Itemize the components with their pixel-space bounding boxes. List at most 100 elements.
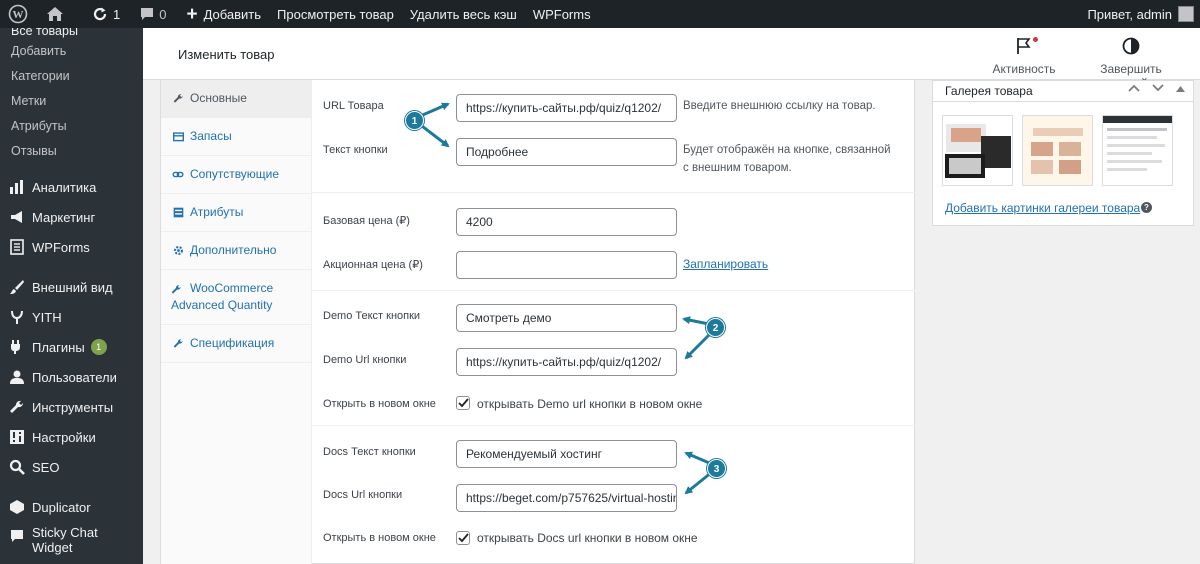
submenu-item-reviews[interactable]: Отзывы — [0, 139, 143, 164]
submenu-item-all-products[interactable]: Все товары — [0, 28, 143, 39]
product-data-panel: Основные Запасы Сопутствующие Атрибуты Д… — [160, 80, 915, 564]
tab-label: Спецификация — [190, 336, 275, 350]
demo-new-window-checkbox[interactable] — [456, 396, 470, 410]
demo-button-group: Demo Текст кнопки Смотреть демо Demo Url… — [312, 291, 915, 426]
demo-text-input[interactable]: Смотреть демо — [456, 304, 677, 332]
users-icon — [8, 368, 26, 386]
sale-price-input[interactable] — [456, 251, 677, 279]
tab-label: Атрибуты — [190, 205, 244, 219]
sidebar-item-label: Аналитика — [32, 179, 97, 195]
add-new-link[interactable]: + Добавить — [174, 0, 269, 28]
products-submenu: Все товары Добавить Категории Метки Атри… — [0, 28, 143, 164]
user-greeting[interactable]: Привет, admin — [1087, 7, 1172, 22]
checkmark-icon — [457, 533, 469, 543]
comments-link[interactable]: 0 — [128, 0, 174, 28]
sidebar-item-label: YITH — [32, 309, 62, 325]
gallery-image[interactable] — [942, 115, 1013, 186]
add-gallery-images-link[interactable]: Добавить картинки галереи товара — [945, 201, 1140, 215]
wordpress-logo-icon[interactable]: W — [0, 0, 36, 28]
wrench-icon — [171, 283, 185, 294]
sidebar-item-yith[interactable]: YITH — [0, 302, 143, 332]
button-text-label: Текст кнопки — [323, 144, 388, 156]
sidebar-item-label: Внешний вид — [32, 279, 113, 295]
docs-url-input[interactable]: https://beget.com/p757625/virtual-hostin… — [456, 484, 677, 512]
demo-text-label: Demo Текст кнопки — [323, 310, 421, 322]
updates-link[interactable]: 1 — [74, 0, 128, 28]
settings-icon — [8, 428, 26, 446]
comment-icon — [140, 7, 154, 21]
external-product-group: URL Товара https://купить-сайты.рф/quiz/… — [312, 80, 915, 193]
sidebar-item-duplicator[interactable]: Duplicator — [0, 492, 143, 522]
tab-inventory[interactable]: Запасы — [161, 118, 311, 156]
tab-label: Дополнительно — [190, 243, 277, 257]
sidebar-item-tools[interactable]: Инструменты — [0, 392, 143, 422]
docs-new-window-checkbox-label: открывать Docs url кнопки в новом окне — [477, 531, 698, 545]
tab-linked-products[interactable]: Сопутствующие — [161, 156, 311, 194]
plugins-update-badge: 1 — [90, 339, 107, 355]
sidebar-item-appearance[interactable]: Внешний вид — [0, 272, 143, 302]
tab-woocommerce-advanced-quantity[interactable]: WooCommerce Advanced Quantity — [161, 270, 311, 325]
demo-url-input[interactable]: https://купить-сайты.рф/quiz/q1202/ — [456, 348, 677, 376]
sidebar-item-plugins[interactable]: Плагины 1 — [0, 332, 143, 362]
wrench-icon — [8, 398, 26, 416]
product-gallery-box: Галерея товара Добавить картинки галереи… — [932, 80, 1194, 226]
submenu-item-tags[interactable]: Метки — [0, 89, 143, 114]
move-down-icon[interactable] — [1152, 83, 1164, 95]
annotation-number-2: 2 — [706, 318, 725, 337]
tab-label: Сопутствующие — [190, 167, 280, 181]
tab-label: Основные — [190, 91, 247, 105]
gallery-title: Галерея товара — [945, 84, 1033, 98]
sidebar-item-analytics[interactable]: Аналитика — [0, 172, 143, 202]
annotation-number-1: 1 — [405, 111, 424, 130]
notification-dot — [1033, 37, 1038, 42]
admin-bar: W 1 0 + Добавить Просмотреть товар Удали… — [0, 0, 1200, 28]
avatar[interactable] — [1178, 6, 1194, 22]
regular-price-input[interactable]: 4200 — [456, 208, 677, 236]
help-icon[interactable]: ? — [1141, 202, 1152, 213]
gallery-image[interactable] — [1102, 115, 1173, 186]
demo-new-window-checkbox-label: открывать Demo url кнопки в новом окне — [477, 397, 703, 411]
activity-label: Активность — [992, 62, 1056, 76]
sidebar-item-wpforms[interactable]: WPForms — [0, 232, 143, 262]
sidebar-item-label: Пользователи — [32, 369, 117, 385]
general-options-panel: URL Товара https://купить-сайты.рф/quiz/… — [312, 80, 915, 564]
button-text-input[interactable]: Подробнее — [456, 138, 677, 166]
docs-text-input[interactable]: Рекомендуемый хостинг — [456, 440, 677, 468]
tab-advanced[interactable]: Дополнительно — [161, 232, 311, 270]
tab-specification[interactable]: Спецификация — [161, 325, 311, 363]
product-url-input[interactable]: https://купить-сайты.рф/quiz/q1202/ — [456, 94, 677, 122]
gallery-image[interactable] — [1022, 115, 1093, 186]
move-up-icon[interactable] — [1128, 83, 1140, 95]
tab-label-text: WooCommerce Advanced Quantity — [171, 281, 274, 312]
collapse-toggle-icon[interactable] — [1176, 83, 1185, 95]
site-home-icon[interactable] — [36, 0, 74, 28]
sidebar-item-seo[interactable]: SEO — [0, 452, 143, 482]
sidebar-item-marketing[interactable]: Маркетинг — [0, 202, 143, 232]
product-url-label: URL Товара — [323, 100, 384, 112]
submenu-item-categories[interactable]: Категории — [0, 64, 143, 89]
annotation-number-3: 3 — [707, 459, 726, 478]
comments-count: 0 — [159, 6, 167, 22]
docs-text-label: Docs Текст кнопки — [323, 446, 416, 458]
half-circle-icon — [1122, 37, 1140, 57]
submenu-item-add[interactable]: Добавить — [0, 39, 143, 64]
submenu-item-attributes[interactable]: Атрибуты — [0, 114, 143, 139]
pricing-group: Базовая цена (₽) 4200 Акционная цена (₽)… — [312, 193, 915, 291]
sidebar-item-label: Маркетинг — [32, 209, 96, 225]
sidebar-item-settings[interactable]: Настройки — [0, 422, 143, 452]
tab-attributes[interactable]: Атрибуты — [161, 194, 311, 232]
schedule-sale-link[interactable]: Запланировать — [683, 257, 768, 271]
duplicator-icon — [8, 498, 26, 516]
checkmark-icon — [457, 398, 469, 408]
wpforms-link[interactable]: WPForms — [525, 0, 599, 28]
gear-icon — [171, 242, 185, 259]
sidebar-item-users[interactable]: Пользователи — [0, 362, 143, 392]
svg-text:W: W — [13, 9, 24, 21]
sidebar-item-sticky-chat[interactable]: Sticky Chat Widget — [0, 522, 143, 558]
link-icon — [171, 166, 185, 183]
tab-general[interactable]: Основные — [161, 80, 311, 118]
activity-button[interactable]: Активность — [991, 37, 1057, 76]
clear-cache-link[interactable]: Удалить весь кэш — [402, 0, 525, 28]
docs-new-window-checkbox[interactable] — [456, 531, 470, 545]
view-product-link[interactable]: Просмотреть товар — [269, 0, 402, 28]
